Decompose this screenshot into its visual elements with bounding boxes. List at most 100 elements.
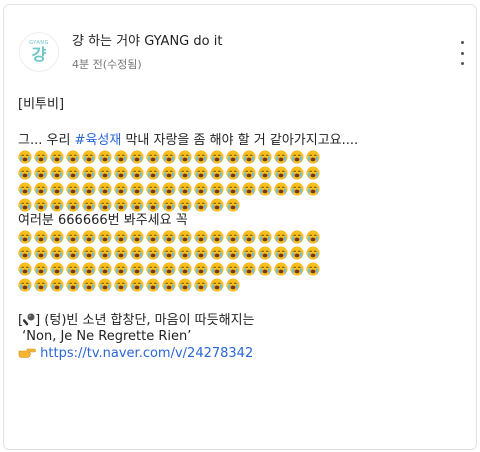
loudly-crying-face-icon bbox=[306, 165, 320, 180]
loudly-crying-face-icon bbox=[18, 165, 32, 180]
video-title-line: [] (텅)빈 소년 합창단, 마음이 따듯해지는 bbox=[18, 313, 468, 329]
loudly-crying-face-icon bbox=[114, 229, 128, 244]
loudly-crying-face-icon bbox=[306, 181, 320, 196]
loudly-crying-face-icon bbox=[66, 261, 80, 276]
intro-prefix: 그... 우리 bbox=[18, 133, 75, 148]
loudly-crying-face-icon bbox=[130, 181, 144, 196]
song-title-line: ‘Non, Je Ne Regrette Rien’ bbox=[18, 329, 468, 345]
loudly-crying-face-icon bbox=[290, 261, 304, 276]
loudly-crying-face-icon bbox=[18, 261, 32, 276]
loudly-crying-face-icon bbox=[162, 181, 176, 196]
loudly-crying-face-icon bbox=[258, 165, 272, 180]
loudly-crying-face-icon bbox=[114, 197, 128, 212]
loudly-crying-face-icon bbox=[98, 261, 112, 276]
loudly-crying-face-icon bbox=[210, 229, 224, 244]
loudly-crying-face-icon bbox=[290, 149, 304, 164]
loudly-crying-face-icon bbox=[114, 245, 128, 260]
loudly-crying-face-icon bbox=[162, 245, 176, 260]
video-link[interactable]: https://tv.naver.com/v/24278342 bbox=[40, 346, 253, 361]
post-body: [비투비] 그... 우리 #육성재 막내 자랑을 좀 해야 할 거 같아가지고… bbox=[18, 97, 468, 361]
loudly-crying-face-icon bbox=[210, 277, 224, 292]
channel-avatar[interactable]: GYANG 걍 bbox=[19, 32, 59, 72]
loudly-crying-face-icon bbox=[290, 181, 304, 196]
loudly-crying-face-icon bbox=[34, 165, 48, 180]
channel-name[interactable]: 걍 하는 거야 GYANG do it bbox=[72, 30, 222, 49]
intro-line: 그... 우리 #육성재 막내 자랑을 좀 해야 할 거 같아가지고요.... bbox=[18, 133, 468, 149]
loudly-crying-face-icon bbox=[130, 261, 144, 276]
loudly-crying-face-icon bbox=[66, 197, 80, 212]
loudly-crying-face-icon bbox=[98, 181, 112, 196]
emoji-row bbox=[18, 245, 468, 261]
video-title-text: ] (텅)빈 소년 합창단, 마음이 따듯해지는 bbox=[35, 313, 255, 328]
loudly-crying-face-icon bbox=[82, 229, 96, 244]
loudly-crying-face-icon bbox=[274, 261, 288, 276]
loudly-crying-face-icon bbox=[194, 181, 208, 196]
post-header: GYANG 걍 걍 하는 거야 GYANG do it 4분 전(수정됨) bbox=[4, 5, 476, 85]
loudly-crying-face-icon bbox=[50, 261, 64, 276]
loudly-crying-face-icon bbox=[82, 149, 96, 164]
loudly-crying-face-icon bbox=[226, 149, 240, 164]
loudly-crying-face-icon bbox=[162, 277, 176, 292]
emoji-row bbox=[18, 181, 468, 197]
loudly-crying-face-icon bbox=[226, 181, 240, 196]
loudly-crying-face-icon bbox=[82, 261, 96, 276]
loudly-crying-face-icon bbox=[306, 245, 320, 260]
loudly-crying-face-icon bbox=[258, 149, 272, 164]
loudly-crying-face-icon bbox=[178, 149, 192, 164]
loudly-crying-face-icon bbox=[210, 181, 224, 196]
loudly-crying-face-icon bbox=[226, 229, 240, 244]
emoji-row bbox=[18, 197, 468, 213]
loudly-crying-face-icon bbox=[306, 261, 320, 276]
loudly-crying-face-icon bbox=[146, 245, 160, 260]
loudly-crying-face-icon bbox=[146, 197, 160, 212]
loudly-crying-face-icon bbox=[194, 149, 208, 164]
loudly-crying-face-icon bbox=[178, 165, 192, 180]
loudly-crying-face-icon bbox=[274, 245, 288, 260]
loudly-crying-face-icon bbox=[242, 149, 256, 164]
loudly-crying-face-icon bbox=[114, 149, 128, 164]
emoji-block-1 bbox=[18, 149, 468, 213]
loudly-crying-face-icon bbox=[66, 181, 80, 196]
loudly-crying-face-icon bbox=[146, 229, 160, 244]
loudly-crying-face-icon bbox=[194, 277, 208, 292]
loudly-crying-face-icon bbox=[146, 277, 160, 292]
loudly-crying-face-icon bbox=[162, 261, 176, 276]
loudly-crying-face-icon bbox=[290, 229, 304, 244]
loudly-crying-face-icon bbox=[98, 149, 112, 164]
intro-suffix: 막내 자랑을 좀 해야 할 거 같아가지고요.... bbox=[121, 133, 359, 148]
loudly-crying-face-icon bbox=[82, 245, 96, 260]
loudly-crying-face-icon bbox=[146, 261, 160, 276]
loudly-crying-face-icon bbox=[130, 245, 144, 260]
loudly-crying-face-icon bbox=[34, 149, 48, 164]
hashtag-link[interactable]: #육성재 bbox=[75, 133, 122, 148]
loudly-crying-face-icon bbox=[50, 165, 64, 180]
loudly-crying-face-icon bbox=[290, 165, 304, 180]
loudly-crying-face-icon bbox=[34, 261, 48, 276]
loudly-crying-face-icon bbox=[66, 165, 80, 180]
loudly-crying-face-icon bbox=[18, 245, 32, 260]
loudly-crying-face-icon bbox=[50, 181, 64, 196]
loudly-crying-face-icon bbox=[18, 277, 32, 292]
loudly-crying-face-icon bbox=[226, 245, 240, 260]
loudly-crying-face-icon bbox=[274, 181, 288, 196]
loudly-crying-face-icon bbox=[66, 149, 80, 164]
loudly-crying-face-icon bbox=[34, 229, 48, 244]
loudly-crying-face-icon bbox=[194, 197, 208, 212]
loudly-crying-face-icon bbox=[178, 197, 192, 212]
loudly-crying-face-icon bbox=[258, 181, 272, 196]
loudly-crying-face-icon bbox=[226, 165, 240, 180]
loudly-crying-face-icon bbox=[98, 245, 112, 260]
loudly-crying-face-icon bbox=[178, 245, 192, 260]
loudly-crying-face-icon bbox=[98, 229, 112, 244]
loudly-crying-face-icon bbox=[18, 149, 32, 164]
loudly-crying-face-icon bbox=[242, 245, 256, 260]
more-vertical-icon[interactable] bbox=[455, 41, 469, 65]
loudly-crying-face-icon bbox=[210, 197, 224, 212]
emoji-row bbox=[18, 277, 468, 293]
loudly-crying-face-icon bbox=[130, 229, 144, 244]
loudly-crying-face-icon bbox=[146, 181, 160, 196]
loudly-crying-face-icon bbox=[178, 181, 192, 196]
loudly-crying-face-icon bbox=[146, 165, 160, 180]
loudly-crying-face-icon bbox=[194, 245, 208, 260]
loudly-crying-face-icon bbox=[146, 149, 160, 164]
